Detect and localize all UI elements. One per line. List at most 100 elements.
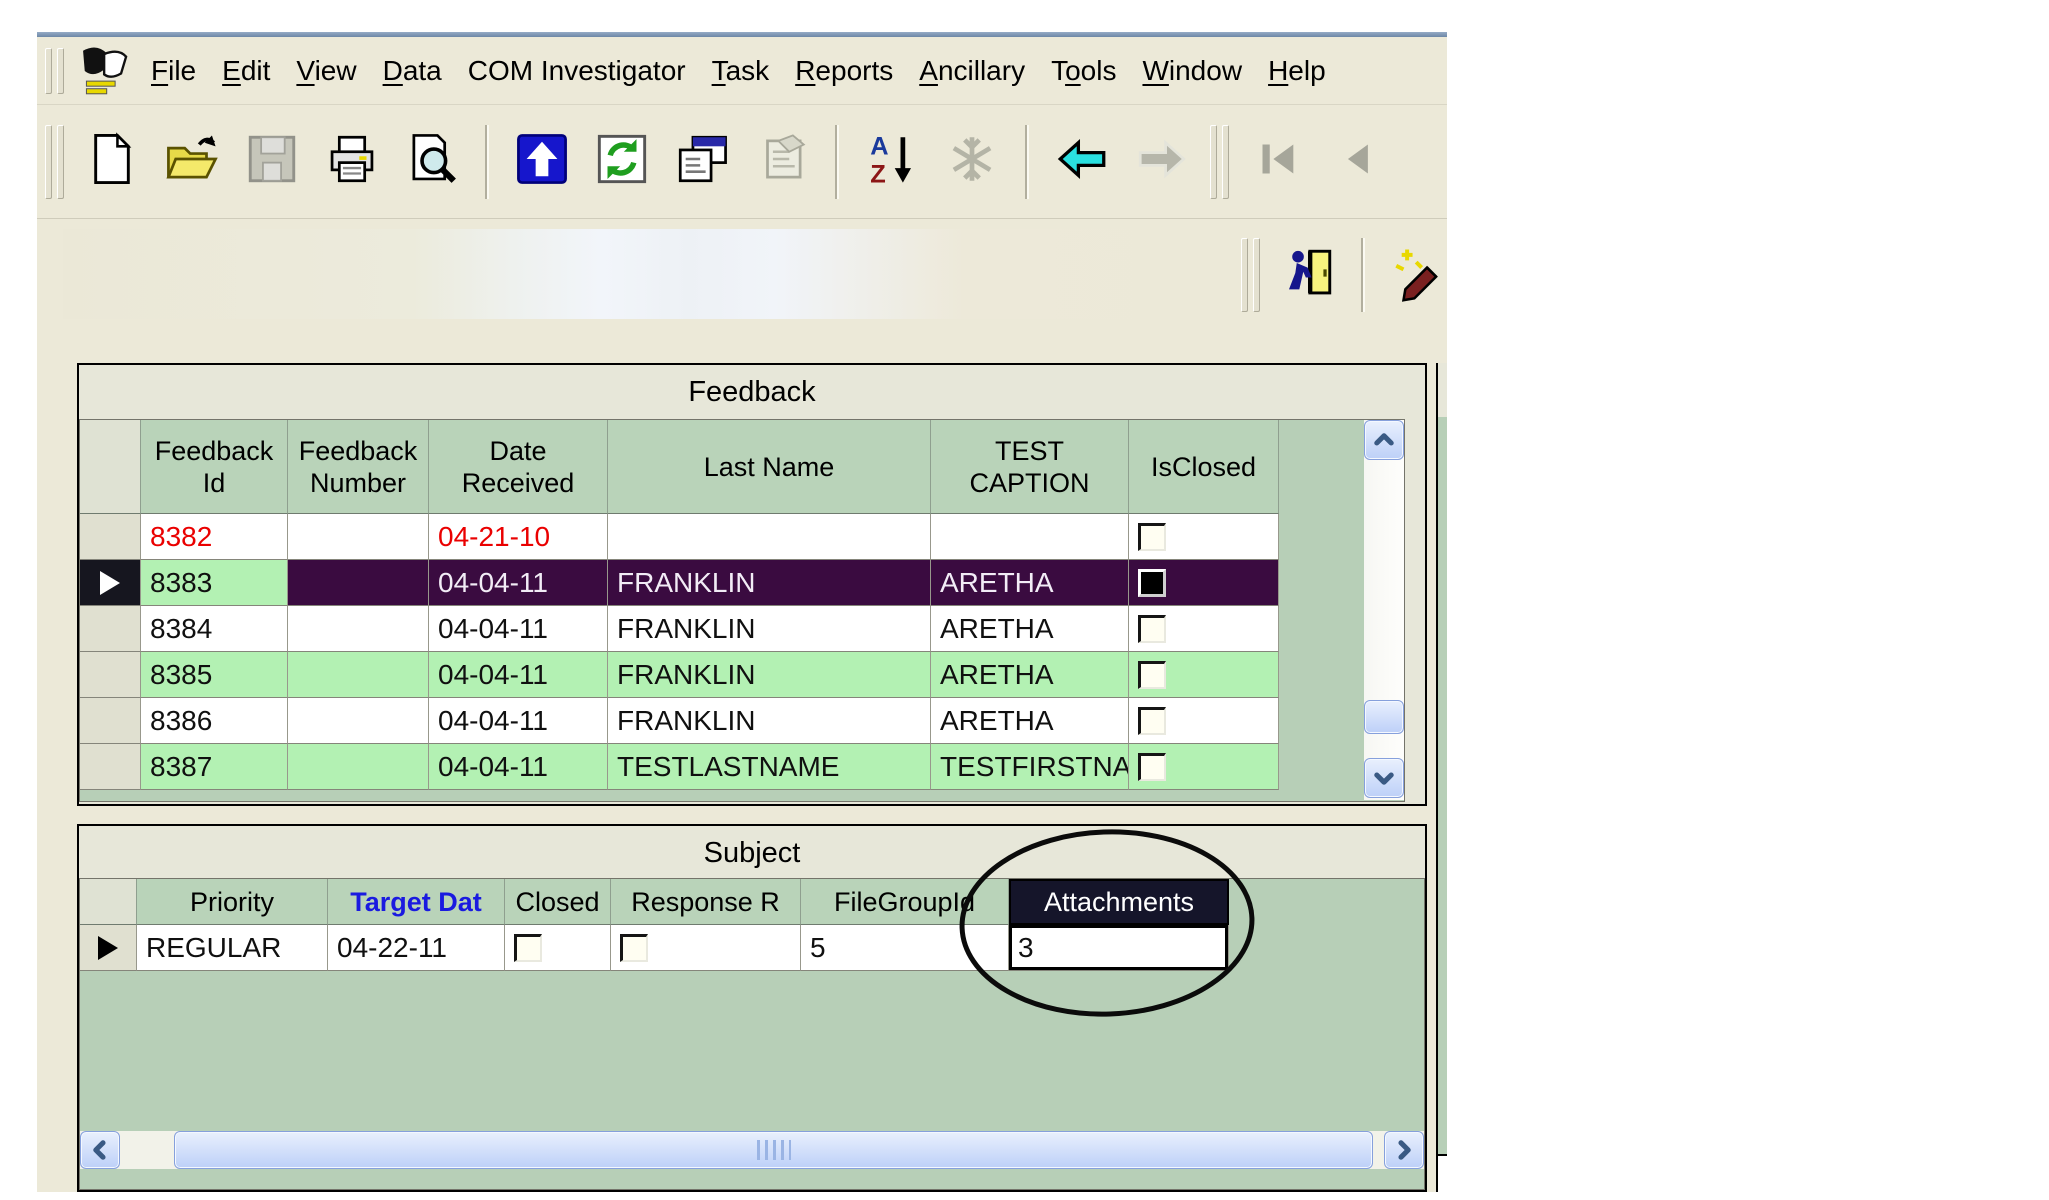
- first-record-button[interactable]: [1239, 124, 1315, 200]
- response-checkbox[interactable]: [620, 934, 648, 962]
- cell-feedback_id[interactable]: 8384: [141, 606, 288, 652]
- cell-last_name[interactable]: FRANKLIN: [608, 560, 931, 606]
- menu-data[interactable]: Data: [370, 55, 455, 87]
- cell-date_received[interactable]: 04-04-11: [429, 606, 608, 652]
- cell-is-closed[interactable]: [1129, 606, 1279, 652]
- is-closed-checkbox[interactable]: [1138, 615, 1166, 643]
- column-header-isclosed[interactable]: IsClosed: [1129, 420, 1279, 514]
- column-header-closed[interactable]: Closed: [505, 879, 611, 925]
- cell-feedback_id[interactable]: 8385: [141, 652, 288, 698]
- feedback-row-8387[interactable]: 838704-04-11TESTLASTNAMETESTFIRSTNAM: [80, 744, 1404, 790]
- is-closed-checkbox[interactable]: [1138, 661, 1166, 689]
- row-selector[interactable]: [80, 744, 141, 790]
- feedback-vertical-scrollbar[interactable]: [1364, 420, 1404, 800]
- cell-feedback_number[interactable]: [288, 652, 429, 698]
- column-header-attachments[interactable]: Attachments: [1009, 879, 1229, 925]
- scroll-down-button[interactable]: [1364, 758, 1404, 798]
- menu-tools[interactable]: Tools: [1038, 55, 1129, 87]
- back-arrow-button[interactable]: [1044, 124, 1120, 200]
- cell-last_name[interactable]: [608, 514, 931, 560]
- column-header-priority[interactable]: Priority: [137, 879, 328, 925]
- row-selector[interactable]: [80, 514, 141, 560]
- is-closed-checkbox[interactable]: [1138, 753, 1166, 781]
- cell-is-closed[interactable]: [1129, 514, 1279, 560]
- design-wizard-button[interactable]: [1380, 237, 1447, 313]
- feedback-row-8382[interactable]: 8382 04-21-10: [80, 514, 1404, 560]
- menu-grip[interactable]: [45, 48, 64, 94]
- cell-feedback_id[interactable]: 8386: [141, 698, 288, 744]
- menu-view[interactable]: View: [283, 55, 369, 87]
- row-selector[interactable]: [80, 606, 141, 652]
- menu-help[interactable]: Help: [1255, 55, 1339, 87]
- refresh-button[interactable]: [584, 124, 660, 200]
- cell-date_received[interactable]: 04-21-10: [429, 514, 608, 560]
- cell-test_caption[interactable]: [931, 514, 1129, 560]
- feedback-row-8383[interactable]: 838304-04-11FRANKLINARETHA: [80, 560, 1404, 606]
- cell-priority[interactable]: REGULAR: [137, 925, 328, 971]
- cell-feedback_id[interactable]: 8382: [141, 514, 288, 560]
- is-closed-checkbox[interactable]: [1138, 523, 1166, 551]
- cell-test_caption[interactable]: ARETHA: [931, 560, 1129, 606]
- window-form-button[interactable]: [664, 124, 740, 200]
- column-header-feedback-id[interactable]: Feedback Id: [141, 420, 288, 514]
- scroll-up-button[interactable]: [1364, 420, 1404, 460]
- column-header-target-dat[interactable]: Target Dat: [328, 879, 505, 925]
- menu-task[interactable]: Task: [699, 55, 783, 87]
- cell-feedback_id[interactable]: 8387: [141, 744, 288, 790]
- cell-date_received[interactable]: 04-04-11: [429, 652, 608, 698]
- cell-last_name[interactable]: TESTLASTNAME: [608, 744, 931, 790]
- menu-edit[interactable]: Edit: [209, 55, 283, 87]
- cell-feedback_number[interactable]: [288, 698, 429, 744]
- print-button[interactable]: [314, 124, 390, 200]
- horizontal-scroll-thumb[interactable]: [174, 1131, 1373, 1169]
- column-header-response-r[interactable]: Response R: [611, 879, 801, 925]
- closed-checkbox[interactable]: [514, 934, 542, 962]
- cell-date_received[interactable]: 04-04-11: [429, 698, 608, 744]
- cell-file-group-id[interactable]: 5: [801, 925, 1009, 971]
- menu-window[interactable]: Window: [1129, 55, 1255, 87]
- cell-target-date[interactable]: 04-22-11: [328, 925, 505, 971]
- column-header-feedback-number[interactable]: Feedback Number: [288, 420, 429, 514]
- right-toolbar-grip[interactable]: [1241, 238, 1260, 312]
- cell-is-closed[interactable]: [1129, 744, 1279, 790]
- row-selector[interactable]: [80, 652, 141, 698]
- cell-test_caption[interactable]: ARETHA: [931, 606, 1129, 652]
- row-selector[interactable]: [80, 698, 141, 744]
- cell-test_caption[interactable]: ARETHA: [931, 698, 1129, 744]
- row-selector[interactable]: [80, 925, 137, 971]
- cell-date_received[interactable]: 04-04-11: [429, 744, 608, 790]
- open-folder-button[interactable]: [154, 124, 230, 200]
- cell-is-closed[interactable]: [1129, 652, 1279, 698]
- is-closed-checkbox[interactable]: [1138, 569, 1166, 597]
- cell-is-closed[interactable]: [1129, 560, 1279, 606]
- scroll-right-button[interactable]: [1384, 1131, 1424, 1169]
- cell-date_received[interactable]: 04-04-11: [429, 560, 608, 606]
- column-header-date-received[interactable]: Date Received: [429, 420, 608, 514]
- cell-attachments[interactable]: 3: [1009, 925, 1229, 971]
- feedback-row-8386[interactable]: 8386 04-04-11FRANKLINARETHA: [80, 698, 1404, 744]
- previous-record-button[interactable]: [1319, 124, 1395, 200]
- cell-test_caption[interactable]: ARETHA: [931, 652, 1129, 698]
- vertical-scroll-thumb[interactable]: [1364, 700, 1404, 734]
- save-button[interactable]: [234, 124, 310, 200]
- subject-horizontal-scrollbar[interactable]: [80, 1131, 1424, 1169]
- cell-feedback_number[interactable]: [288, 744, 429, 790]
- cell-feedback_number[interactable]: [288, 514, 429, 560]
- cell-last_name[interactable]: FRANKLIN: [608, 698, 931, 744]
- scroll-left-button[interactable]: [80, 1131, 120, 1169]
- properties-button[interactable]: [744, 124, 820, 200]
- column-header-filegroupid[interactable]: FileGroupId: [801, 879, 1009, 925]
- freeze-snowflake-button[interactable]: [934, 124, 1010, 200]
- cell-last_name[interactable]: FRANKLIN: [608, 606, 931, 652]
- column-header-last-name[interactable]: Last Name: [608, 420, 931, 514]
- row-selector[interactable]: [80, 560, 141, 606]
- cell-is-closed[interactable]: [1129, 698, 1279, 744]
- menu-file[interactable]: File: [138, 55, 209, 87]
- cell-feedback_number[interactable]: [288, 560, 429, 606]
- column-header-test-caption[interactable]: TEST CAPTION: [931, 420, 1129, 514]
- forward-arrow-button[interactable]: [1124, 124, 1200, 200]
- is-closed-checkbox[interactable]: [1138, 707, 1166, 735]
- menu-reports[interactable]: Reports: [782, 55, 906, 87]
- cell-closed[interactable]: [505, 925, 611, 971]
- cell-last_name[interactable]: FRANKLIN: [608, 652, 931, 698]
